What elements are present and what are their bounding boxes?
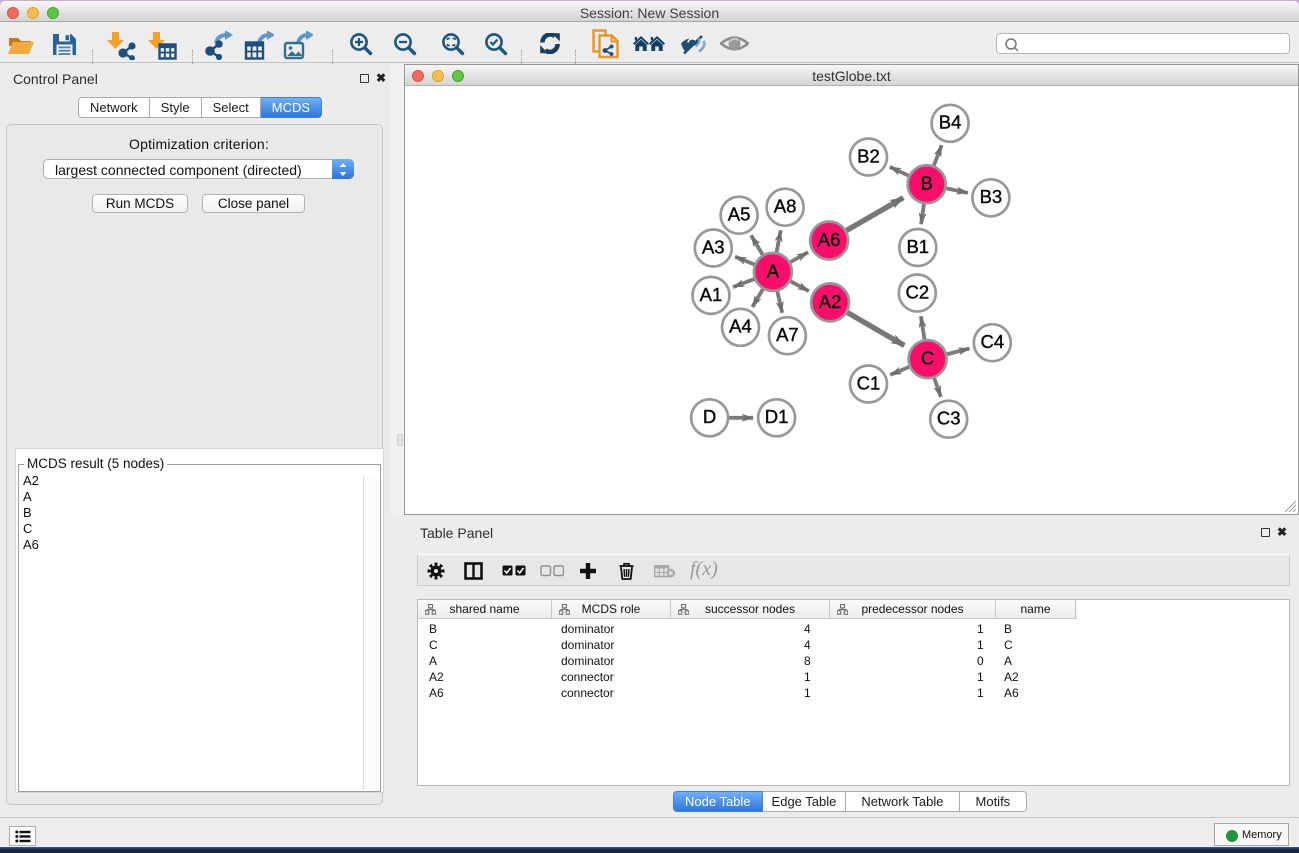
svg-text:B: B xyxy=(921,173,933,194)
svg-text:A7: A7 xyxy=(776,324,799,345)
svg-text:A2: A2 xyxy=(819,291,842,312)
svg-text:D1: D1 xyxy=(765,406,789,427)
svg-text:A6: A6 xyxy=(818,229,841,250)
svg-text:A5: A5 xyxy=(728,204,751,225)
svg-text:A1: A1 xyxy=(700,284,723,305)
svg-text:C: C xyxy=(921,347,934,368)
svg-text:A: A xyxy=(767,260,780,281)
svg-text:A3: A3 xyxy=(702,236,725,257)
svg-text:A4: A4 xyxy=(729,316,752,337)
svg-text:B4: B4 xyxy=(939,112,962,133)
svg-text:B2: B2 xyxy=(857,145,880,166)
svg-text:C1: C1 xyxy=(857,372,881,393)
svg-text:C2: C2 xyxy=(905,281,929,302)
svg-text:A8: A8 xyxy=(774,196,797,217)
svg-text:D: D xyxy=(703,406,716,427)
svg-text:B3: B3 xyxy=(980,186,1003,207)
svg-text:B1: B1 xyxy=(906,236,929,257)
svg-text:C4: C4 xyxy=(980,331,1004,352)
svg-text:C3: C3 xyxy=(937,408,961,429)
